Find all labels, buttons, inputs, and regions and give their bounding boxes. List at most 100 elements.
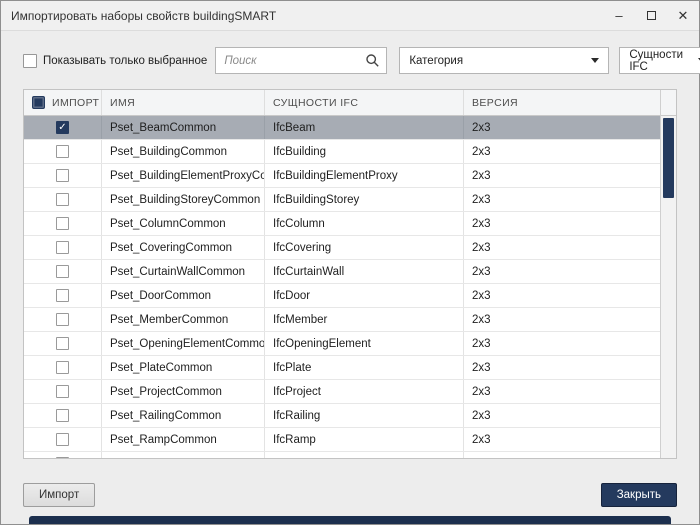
row-version: 2x3	[464, 404, 660, 427]
row-version: 2x3	[464, 236, 660, 259]
show-only-selected-checkbox[interactable]	[23, 54, 37, 68]
row-version: 2x3	[464, 308, 660, 331]
row-checkbox[interactable]	[56, 241, 69, 254]
scrollbar-track[interactable]	[661, 116, 676, 458]
row-import-cell[interactable]	[24, 236, 102, 259]
ifc-entities-dropdown[interactable]: Сущности IFC	[619, 47, 700, 74]
row-version: 2x3	[464, 284, 660, 307]
row-import-cell[interactable]	[24, 308, 102, 331]
close-button[interactable]: Закрыть	[601, 483, 677, 507]
chevron-down-icon	[591, 58, 599, 63]
table-row[interactable]: Pset_BuildingCommonIfcBuilding2x3	[24, 140, 660, 164]
row-checkbox[interactable]	[56, 409, 69, 422]
row-import-cell[interactable]	[24, 164, 102, 187]
row-name: Pset_PlateCommon	[102, 356, 265, 379]
vertical-scrollbar[interactable]	[660, 90, 676, 458]
table-row[interactable]: Pset_BuildingStoreyCommonIfcBuildingStor…	[24, 188, 660, 212]
row-import-cell[interactable]	[24, 452, 102, 458]
table-row[interactable]: Pset_RampCommonIfcRamp2x3	[24, 428, 660, 452]
row-version: 2x3	[464, 140, 660, 163]
row-checkbox[interactable]: ✓	[56, 121, 69, 134]
row-checkbox[interactable]	[56, 337, 69, 350]
table-row[interactable]: Pset_ColumnCommonIfcColumn2x3	[24, 212, 660, 236]
row-name: Pset_CurtainWallCommon	[102, 260, 265, 283]
header-entities[interactable]: СУЩНОСТИ IFC	[265, 90, 464, 115]
row-checkbox[interactable]	[56, 433, 69, 446]
category-dropdown-value: Категория	[409, 55, 463, 67]
table-row[interactable]: Pset_ProjectCommonIfcProject2x3	[24, 380, 660, 404]
row-checkbox[interactable]	[56, 169, 69, 182]
row-import-cell[interactable]	[24, 140, 102, 163]
table-row-partial[interactable]	[24, 452, 660, 458]
row-import-cell[interactable]	[24, 356, 102, 379]
close-icon: ✕	[678, 8, 689, 24]
table-row[interactable]: Pset_DoorCommonIfcDoor2x3	[24, 284, 660, 308]
table-row[interactable]: ✓Pset_BeamCommonIfcBeam2x3	[24, 116, 660, 140]
row-checkbox[interactable]	[56, 265, 69, 278]
row-name: Pset_BuildingStoreyCommon	[102, 188, 265, 211]
row-import-cell[interactable]	[24, 428, 102, 451]
show-only-selected-label: Показывать только выбранное	[43, 55, 207, 67]
table-row[interactable]: Pset_BuildingElementProxyCommonIfcBuildi…	[24, 164, 660, 188]
row-import-cell[interactable]	[24, 332, 102, 355]
row-name: Pset_OpeningElementCommon	[102, 332, 265, 355]
header-name[interactable]: ИМЯ	[102, 90, 265, 115]
row-checkbox[interactable]	[56, 457, 69, 458]
row-name	[102, 452, 265, 458]
row-entity: IfcBuildingStorey	[265, 188, 464, 211]
table-row[interactable]: Pset_RailingCommonIfcRailing2x3	[24, 404, 660, 428]
row-entity	[265, 452, 464, 458]
row-import-cell[interactable]	[24, 284, 102, 307]
import-button[interactable]: Импорт	[23, 483, 95, 507]
row-import-cell[interactable]	[24, 380, 102, 403]
row-name: Pset_RampCommon	[102, 428, 265, 451]
row-import-cell[interactable]	[24, 260, 102, 283]
row-checkbox[interactable]	[56, 289, 69, 302]
ifc-entities-dropdown-value: Сущности IFC	[629, 49, 690, 73]
header-import: ИМПОРТ	[24, 90, 102, 115]
row-name: Pset_ProjectCommon	[102, 380, 265, 403]
row-name: Pset_ColumnCommon	[102, 212, 265, 235]
table-row[interactable]: Pset_OpeningElementCommonIfcOpeningEleme…	[24, 332, 660, 356]
table-row[interactable]: Pset_MemberCommonIfcMember2x3	[24, 308, 660, 332]
row-version: 2x3	[464, 116, 660, 139]
row-checkbox[interactable]	[56, 145, 69, 158]
row-version	[464, 452, 660, 458]
row-checkbox[interactable]	[56, 361, 69, 374]
row-version: 2x3	[464, 332, 660, 355]
header-import-label: ИМПОРТ	[52, 97, 99, 109]
select-all-checkbox[interactable]	[32, 96, 45, 109]
table-row[interactable]: Pset_PlateCommonIfcPlate2x3	[24, 356, 660, 380]
row-name: Pset_BuildingElementProxyCommon	[102, 164, 265, 187]
minimize-button[interactable]: –	[603, 1, 635, 30]
table-row[interactable]: Pset_CoveringCommonIfcCovering2x3	[24, 236, 660, 260]
row-import-cell[interactable]	[24, 404, 102, 427]
titlebar[interactable]: Импортировать наборы свойств buildingSMA…	[1, 1, 699, 31]
row-checkbox[interactable]	[56, 193, 69, 206]
row-import-cell[interactable]	[24, 188, 102, 211]
row-checkbox[interactable]	[56, 313, 69, 326]
table-row[interactable]: Pset_CurtainWallCommonIfcCurtainWall2x3	[24, 260, 660, 284]
close-window-button[interactable]: ✕	[667, 1, 699, 30]
scrollbar-thumb[interactable]	[663, 118, 674, 198]
category-dropdown[interactable]: Категория	[399, 47, 609, 74]
row-version: 2x3	[464, 356, 660, 379]
footer: Импорт Закрыть	[23, 483, 677, 507]
maximize-button[interactable]	[635, 1, 667, 30]
row-entity: IfcMember	[265, 308, 464, 331]
row-entity: IfcRamp	[265, 428, 464, 451]
search-input[interactable]	[215, 47, 387, 74]
row-version: 2x3	[464, 212, 660, 235]
row-name: Pset_BuildingCommon	[102, 140, 265, 163]
row-name: Pset_DoorCommon	[102, 284, 265, 307]
row-checkbox[interactable]	[56, 385, 69, 398]
row-version: 2x3	[464, 164, 660, 187]
header-version[interactable]: ВЕРСИЯ	[464, 90, 660, 115]
show-only-selected-control[interactable]: Показывать только выбранное	[23, 54, 207, 68]
row-version: 2x3	[464, 260, 660, 283]
row-checkbox[interactable]	[56, 217, 69, 230]
row-entity: IfcOpeningElement	[265, 332, 464, 355]
row-import-cell[interactable]: ✓	[24, 116, 102, 139]
row-entity: IfcBuildingElementProxy	[265, 164, 464, 187]
row-import-cell[interactable]	[24, 212, 102, 235]
